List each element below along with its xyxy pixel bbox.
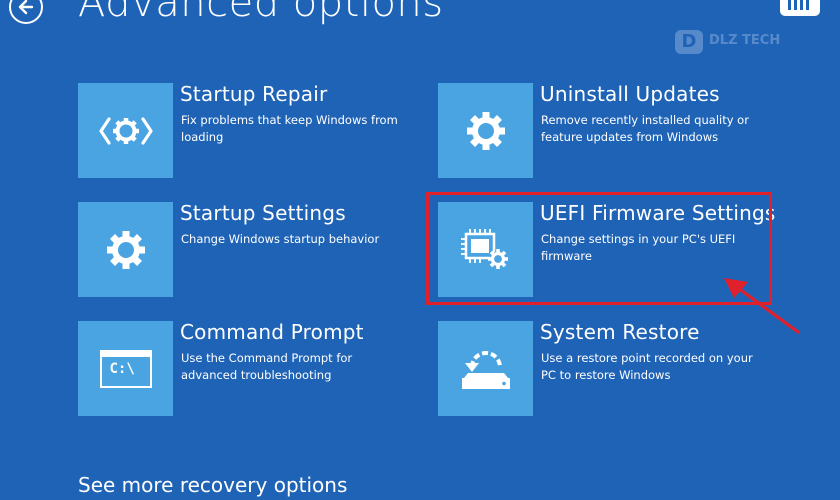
option-description: Remove recently installed quality or fea…	[541, 113, 749, 144]
startup-repair-icon	[98, 116, 153, 145]
watermark-badge: D	[675, 30, 703, 54]
option-uninstall-updates[interactable]: Uninstall Updates Remove recently instal…	[438, 82, 778, 179]
startup-repair-icon-box	[78, 83, 173, 178]
watermark-logo: D DLZ TECH	[675, 28, 795, 58]
watermark-text: DLZ TECH	[709, 33, 781, 48]
option-title: Uninstall Updates	[540, 82, 720, 106]
system-restore-icon	[461, 350, 510, 389]
option-command-prompt[interactable]: C:\ Command Prompt Use the Command Promp…	[78, 320, 418, 417]
command-prompt-icon: C:\	[99, 349, 152, 388]
page-title: Advanced options	[78, 0, 444, 26]
startup-settings-icon-box	[78, 202, 173, 297]
option-description: Use a restore point recorded on your PC …	[541, 351, 753, 382]
gear-icon	[106, 230, 145, 269]
option-description: Change Windows startup behavior	[181, 232, 380, 246]
option-description: Use the Command Prompt for advanced trou…	[181, 351, 353, 382]
option-title: System Restore	[540, 320, 700, 344]
option-description: Fix problems that keep Windows from load…	[181, 113, 398, 144]
system-restore-icon-box	[438, 321, 533, 416]
command-prompt-icon-box: C:\	[78, 321, 173, 416]
keyboard-icon[interactable]	[780, 0, 820, 16]
gear-icon	[466, 111, 505, 150]
option-title: Command Prompt	[180, 320, 364, 344]
back-button[interactable]	[9, 0, 43, 24]
back-arrow-icon	[18, 0, 34, 15]
see-more-recovery-options-link[interactable]: See more recovery options	[78, 473, 347, 497]
option-startup-repair[interactable]: Startup Repair Fix problems that keep Wi…	[78, 82, 418, 179]
uninstall-updates-icon-box	[438, 83, 533, 178]
option-title: Startup Settings	[180, 201, 346, 225]
option-startup-settings[interactable]: Startup Settings Change Windows startup …	[78, 201, 418, 298]
command-prompt-icon-text: C:\	[109, 360, 135, 377]
red-arrow-annotation	[724, 278, 800, 334]
option-title: Startup Repair	[180, 82, 328, 106]
advanced-options-screen: Advanced options D DLZ TECH Startup Repa…	[0, 0, 840, 500]
